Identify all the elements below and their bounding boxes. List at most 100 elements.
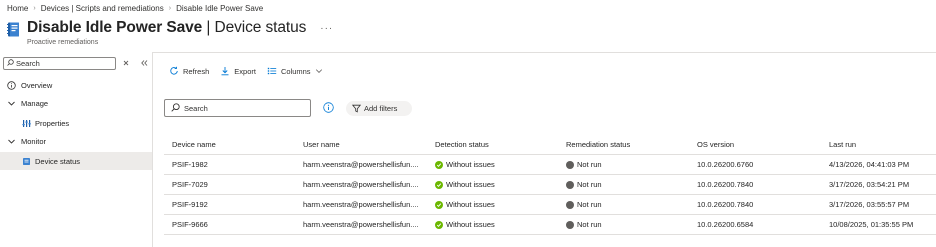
header-divider xyxy=(153,52,936,53)
detection-status-cell: Without issues xyxy=(435,175,555,194)
detection-status-text: Without issues xyxy=(446,220,495,229)
not-run-icon xyxy=(566,160,574,169)
detection-status-text: Without issues xyxy=(446,180,495,189)
sidebar-search-input[interactable] xyxy=(16,59,112,68)
info-icon[interactable] xyxy=(323,102,334,113)
table-row[interactable]: PSIF-1982 harm.veenstra@powershellisfun.… xyxy=(164,155,936,175)
remediation-status-text: Not run xyxy=(577,180,602,189)
detection-status-text: Without issues xyxy=(446,160,495,169)
device-name-cell[interactable]: PSIF-7029 xyxy=(172,175,292,194)
sidebar-group-label: Monitor xyxy=(21,136,47,146)
collapse-sidebar-icon[interactable] xyxy=(139,58,149,68)
device-search-input[interactable] xyxy=(184,103,310,113)
column-header-last-run[interactable]: Last run xyxy=(829,134,934,154)
detection-status-cell: Without issues xyxy=(435,195,555,214)
remediation-status-cell: Not run xyxy=(566,175,686,194)
refresh-label: Refresh xyxy=(183,66,210,76)
os-version-cell: 10.0.26200.7840 xyxy=(697,200,754,209)
sidebar: Overview Manage Properties Monitor Devic… xyxy=(0,52,153,247)
user-name-cell: harm.veenstra@powershellisfun.... xyxy=(303,220,419,229)
detection-status-cell: Without issues xyxy=(435,215,555,234)
search-icon xyxy=(7,59,14,68)
breadcrumb-current[interactable]: Disable Idle Power Save xyxy=(176,4,263,13)
last-run-cell: 3/17/2026, 03:54:21 PM xyxy=(829,180,910,189)
more-options-button[interactable]: ··· xyxy=(320,23,333,34)
remediation-status-text: Not run xyxy=(577,200,602,209)
device-name-cell[interactable]: PSIF-9666 xyxy=(172,215,292,234)
info-circle-icon xyxy=(7,80,16,90)
detection-status-cell: Without issues xyxy=(435,155,555,174)
user-name-cell: harm.veenstra@powershellisfun.... xyxy=(303,200,419,209)
add-filters-label: Add filters xyxy=(364,104,398,113)
os-version-cell: 10.0.26200.6584 xyxy=(697,220,754,229)
device-name-cell[interactable]: PSIF-1982 xyxy=(172,155,292,174)
columns-label: Columns xyxy=(280,66,311,76)
table-row[interactable]: PSIF-9666 harm.veenstra@powershellisfun.… xyxy=(164,215,936,235)
page-header: Disable Idle Power Save | Device status … xyxy=(7,19,333,49)
breadcrumb-scripts-remediations[interactable]: Devices | Scripts and remediations xyxy=(41,4,164,13)
not-run-icon xyxy=(566,200,574,209)
last-run-cell: 3/17/2026, 03:55:57 PM xyxy=(829,200,910,209)
table-body: PSIF-1982 harm.veenstra@powershellisfun.… xyxy=(164,155,936,235)
breadcrumb-separator: › xyxy=(33,4,36,12)
columns-button[interactable]: Columns xyxy=(267,66,323,76)
download-icon xyxy=(220,66,230,76)
refresh-icon xyxy=(169,66,179,76)
sidebar-search-box xyxy=(3,57,116,70)
device-status-table: Device name User name Detection status R… xyxy=(164,134,936,235)
last-run-cell: 10/08/2025, 01:35:55 PM xyxy=(829,220,914,229)
refresh-button[interactable]: Refresh xyxy=(169,66,209,76)
sidebar-group-manage[interactable]: Manage xyxy=(0,95,152,111)
sidebar-item-device-status[interactable]: Device status xyxy=(0,152,152,170)
script-notebook-icon xyxy=(7,22,20,37)
table-header: Device name User name Detection status R… xyxy=(164,134,936,155)
column-header-user-name[interactable]: User name xyxy=(303,134,423,154)
remediation-status-text: Not run xyxy=(577,220,602,229)
chevron-down-icon xyxy=(7,137,16,146)
sidebar-item-label: Properties xyxy=(35,118,70,128)
chevron-down-icon xyxy=(315,67,323,75)
user-name-cell: harm.veenstra@powershellisfun.... xyxy=(303,160,419,169)
page-title: Disable Idle Power Save | Device status xyxy=(27,19,306,37)
column-header-os-version[interactable]: OS version xyxy=(697,134,817,154)
page-subtitle: Proactive remediations xyxy=(27,39,99,46)
columns-list-icon xyxy=(267,66,277,76)
not-run-icon xyxy=(566,220,574,229)
sidebar-item-properties[interactable]: Properties xyxy=(0,115,152,131)
page-title-section: | Device status xyxy=(202,19,307,36)
filter-icon xyxy=(352,104,361,113)
column-header-detection-status[interactable]: Detection status xyxy=(435,134,555,154)
os-version-cell: 10.0.26200.6760 xyxy=(697,160,754,169)
sidebar-item-overview[interactable]: Overview xyxy=(0,77,152,93)
check-circle-icon xyxy=(435,200,443,209)
table-row[interactable]: PSIF-7029 harm.veenstra@powershellisfun.… xyxy=(164,175,936,195)
remediation-status-cell: Not run xyxy=(566,195,686,214)
breadcrumb-home[interactable]: Home xyxy=(7,4,28,13)
add-filters-button[interactable]: Add filters xyxy=(346,101,412,116)
device-status-icon xyxy=(22,157,31,166)
breadcrumb-separator: › xyxy=(168,4,172,12)
column-header-remediation-status[interactable]: Remediation status xyxy=(566,134,686,154)
sidebar-item-label: Overview xyxy=(21,80,53,90)
properties-icon xyxy=(22,119,31,128)
user-name-cell: harm.veenstra@powershellisfun.... xyxy=(303,180,419,189)
last-run-cell: 4/13/2026, 04:41:03 PM xyxy=(829,160,910,169)
clear-search-icon[interactable] xyxy=(121,58,131,68)
device-name-cell[interactable]: PSIF-9192 xyxy=(172,195,292,214)
table-row[interactable]: PSIF-9192 harm.veenstra@powershellisfun.… xyxy=(164,195,936,215)
command-bar: Refresh Export Columns xyxy=(169,64,334,78)
remediation-status-cell: Not run xyxy=(566,215,686,234)
sidebar-group-monitor[interactable]: Monitor xyxy=(0,133,152,149)
page-title-main: Disable Idle Power Save xyxy=(27,19,203,36)
device-search-box xyxy=(164,99,311,117)
chevron-down-icon xyxy=(7,99,16,108)
export-button[interactable]: Export xyxy=(220,66,256,76)
breadcrumb: Home › Devices | Scripts and remediation… xyxy=(7,3,263,13)
check-circle-icon xyxy=(435,160,443,169)
column-header-device-name[interactable]: Device name xyxy=(172,134,292,154)
not-run-icon xyxy=(566,180,574,189)
search-icon xyxy=(171,102,180,114)
os-version-cell: 10.0.26200.7840 xyxy=(697,180,754,189)
sidebar-group-label: Manage xyxy=(21,98,49,108)
sidebar-item-label: Device status xyxy=(35,156,81,166)
